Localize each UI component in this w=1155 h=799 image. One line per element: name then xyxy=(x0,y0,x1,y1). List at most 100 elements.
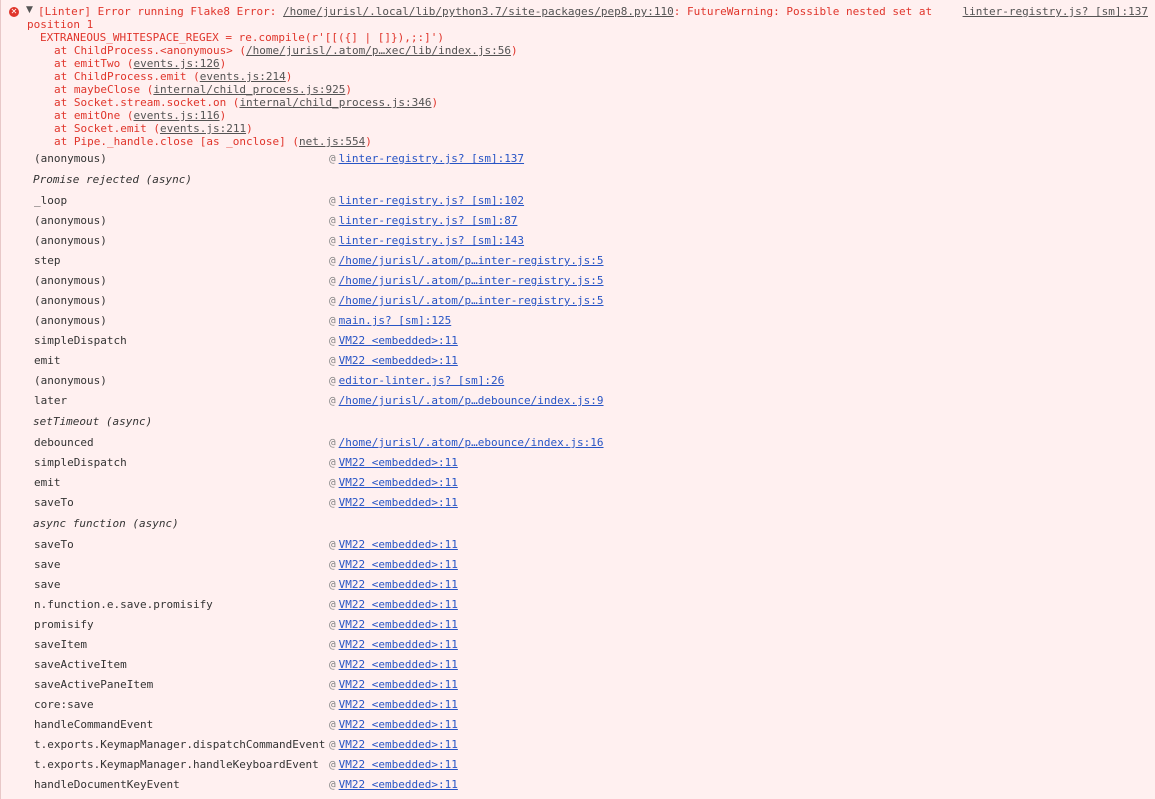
stack-frame-source-link[interactable]: linter-registry.js? [sm]:102 xyxy=(339,194,524,207)
stack-frame-function: save xyxy=(34,578,61,591)
stack-frame-at: @ xyxy=(329,658,336,671)
stack-frame-source-link[interactable]: VM22 <embedded>:11 xyxy=(339,778,458,791)
stack-frame-at: @ xyxy=(329,234,336,247)
error-stack-line: at ChildProcess.<anonymous> (/home/juris… xyxy=(54,44,518,57)
stack-frame-source-link[interactable]: linter-registry.js? [sm]:87 xyxy=(339,214,518,227)
stack-frame-function: simpleDispatch xyxy=(34,456,127,469)
stack-frame-source-link[interactable]: VM22 <embedded>:11 xyxy=(339,476,458,489)
stack-frame-row: emit @ VM22 <embedded>:11 xyxy=(34,351,458,371)
stack-frame-at: @ xyxy=(329,152,336,165)
error-path-link[interactable]: /home/jurisl/.local/lib/python3.7/site-p… xyxy=(283,5,674,18)
error-stack-link[interactable]: events.js:116 xyxy=(133,109,219,122)
stack-frame-source-link[interactable]: /home/jurisl/.atom/p…ebounce/index.js:16 xyxy=(339,436,604,449)
error-stack-tail: ) xyxy=(219,109,227,122)
stack-frame-at: @ xyxy=(329,334,336,347)
stack-frame-row: promisify @ VM22 <embedded>:11 xyxy=(34,615,458,635)
stack-frame-row: (anonymous) @ linter-registry.js? [sm]:137 xyxy=(34,149,524,169)
stack-frame-at: @ xyxy=(329,698,336,711)
stack-frame-row: debounced @/home/jurisl/.atom/p…ebounce/i… xyxy=(34,433,604,453)
error-stack-link[interactable]: events.js:214 xyxy=(200,70,286,83)
error-stack-tail: ) xyxy=(365,135,372,148)
stack-frame-source-link[interactable]: VM22 <embedded>:11 xyxy=(339,638,458,651)
stack-frame-at: @ xyxy=(329,578,336,591)
stack-frame-function: handleCommandEvent xyxy=(34,718,154,731)
stack-frame-row: t.exports.KeymapManager.handleKeyboardEv… xyxy=(34,755,458,775)
async-separator: Promise rejected (async) xyxy=(33,173,192,186)
stack-frame-function: core:save xyxy=(34,698,94,711)
stack-frame-function: save xyxy=(34,558,61,571)
stack-frame-function: handleDocumentKeyEvent xyxy=(34,778,180,791)
stack-frame-source-link[interactable]: VM22 <embedded>:11 xyxy=(339,598,458,611)
stack-frame-at: @ xyxy=(329,496,336,509)
error-stack-call: at Socket.stream.socket.on ( xyxy=(54,96,240,109)
stack-frame-source-link[interactable]: VM22 <embedded>:11 xyxy=(339,354,458,367)
stack-frame-function: promisify xyxy=(34,618,94,631)
stack-frame-row: (anonymous) @ editor-linter.js? [sm]:26 xyxy=(34,371,504,391)
error-stack-line: at Pipe._handle.close [as _onclose] (net… xyxy=(54,135,372,148)
stack-frame-row: save @ VM22 <embedded>:11 xyxy=(34,575,458,595)
stack-frame-at: @ xyxy=(329,254,336,267)
error-stack-call: at Pipe._handle.close [as _onclose] ( xyxy=(54,135,300,148)
error-stack-tail: ) xyxy=(345,83,353,96)
stack-frame-row: save @ VM22 <embedded>:11 xyxy=(34,555,458,575)
stack-frame-at: @ xyxy=(329,558,336,571)
stack-frame-row: saveTo @ VM22 <embedded>:11 xyxy=(34,535,458,555)
stack-frame-source-link[interactable]: VM22 <embedded>:11 xyxy=(339,738,458,751)
stack-frame-source-link[interactable]: /home/jurisl/.atom/p…inter-registry.js:5 xyxy=(339,294,604,307)
stack-frame-function: (anonymous) xyxy=(34,374,107,387)
stack-frame-source-link[interactable]: VM22 <embedded>:11 xyxy=(339,678,458,691)
stack-frame-at: @ xyxy=(329,314,336,327)
stack-frame-row: saveActivePaneItem @ VM22 <embedded>:11 xyxy=(34,675,458,695)
stack-frame-row: emit @ VM22 <embedded>:11 xyxy=(34,473,458,493)
stack-frame-source-link[interactable]: VM22 <embedded>:11 xyxy=(339,578,458,591)
stack-frame-row: simpleDispatch @ VM22 <embedded>:11 xyxy=(34,331,458,351)
error-stack-call: at ChildProcess.emit ( xyxy=(54,70,200,83)
stack-frame-function: saveItem xyxy=(34,638,87,651)
error-stack-line: at emitOne (events.js:116) xyxy=(54,109,226,122)
error-stack-line: at ChildProcess.emit (events.js:214) xyxy=(54,70,292,83)
error-stack-line: at Socket.stream.socket.on (internal/chi… xyxy=(54,96,438,109)
stack-frame-source-link[interactable]: VM22 <embedded>:11 xyxy=(339,496,458,509)
stack-frame-source-link[interactable]: VM22 <embedded>:11 xyxy=(339,658,458,671)
stack-frame-function: (anonymous) xyxy=(34,214,107,227)
stack-frame-at: @ xyxy=(329,638,336,651)
stack-frame-function: (anonymous) xyxy=(34,314,107,327)
error-detail: EXTRANEOUS_WHITESPACE_REGEX = re.compile… xyxy=(40,31,444,44)
stack-frame-function: simpleDispatch xyxy=(34,334,127,347)
async-separator: setTimeout (async) xyxy=(33,415,153,428)
error-source-link[interactable]: linter-registry.js? [sm]:137 xyxy=(963,5,1148,18)
stack-frame-at: @ xyxy=(329,194,336,207)
error-stack-link[interactable]: internal/child_process.js:925 xyxy=(153,83,345,96)
stack-frame-source-link[interactable]: /home/jurisl/.atom/p…debounce/index.js:9 xyxy=(339,394,604,407)
error-stack-link[interactable]: net.js:554 xyxy=(299,135,365,148)
stack-frame-at: @ xyxy=(329,436,336,449)
stack-frame-source-link[interactable]: main.js? [sm]:125 xyxy=(339,314,452,327)
stack-frame-row: later @/home/jurisl/.atom/p…debounce/inde… xyxy=(34,391,604,411)
stack-frame-source-link[interactable]: /home/jurisl/.atom/p…inter-registry.js:5 xyxy=(339,254,604,267)
stack-frame-row: saveItem @ VM22 <embedded>:11 xyxy=(34,635,458,655)
stack-frame-function: saveTo xyxy=(34,538,74,551)
stack-frame-row: t.exports.KeymapManager.dispatchCommandE… xyxy=(34,735,458,755)
stack-frame-source-link[interactable]: linter-registry.js? [sm]:143 xyxy=(339,234,524,247)
stack-frame-row: (anonymous) @ linter-registry.js? [sm]:143 xyxy=(34,231,524,251)
stack-frame-function: emit xyxy=(34,354,61,367)
stack-frame-source-link[interactable]: editor-linter.js? [sm]:26 xyxy=(339,374,505,387)
error-stack-call: at emitOne ( xyxy=(54,109,134,122)
error-stack-link[interactable]: internal/child_process.js:346 xyxy=(239,96,431,109)
stack-frame-at: @ xyxy=(329,758,336,771)
stack-frame-source-link[interactable]: VM22 <embedded>:11 xyxy=(339,558,458,571)
error-stack-link[interactable]: /home/jurisl/.atom/p…xec/lib/index.js:56 xyxy=(246,44,511,57)
stack-frame-source-link[interactable]: linter-registry.js? [sm]:137 xyxy=(339,152,524,165)
error-stack-link[interactable]: events.js:211 xyxy=(160,122,246,135)
error-stack-line: at maybeClose (internal/child_process.js… xyxy=(54,83,352,96)
stack-frame-source-link[interactable]: VM22 <embedded>:11 xyxy=(339,698,458,711)
stack-frame-source-link[interactable]: VM22 <embedded>:11 xyxy=(339,456,458,469)
stack-frame-function: saveActivePaneItem xyxy=(34,678,154,691)
stack-frame-source-link[interactable]: VM22 <embedded>:11 xyxy=(339,758,458,771)
stack-frame-source-link[interactable]: VM22 <embedded>:11 xyxy=(339,718,458,731)
stack-frame-source-link[interactable]: VM22 <embedded>:11 xyxy=(339,538,458,551)
stack-frame-source-link[interactable]: /home/jurisl/.atom/p…inter-registry.js:5 xyxy=(339,274,604,287)
error-stack-link[interactable]: events.js:126 xyxy=(133,57,219,70)
stack-frame-source-link[interactable]: VM22 <embedded>:11 xyxy=(339,334,458,347)
stack-frame-source-link[interactable]: VM22 <embedded>:11 xyxy=(339,618,458,631)
